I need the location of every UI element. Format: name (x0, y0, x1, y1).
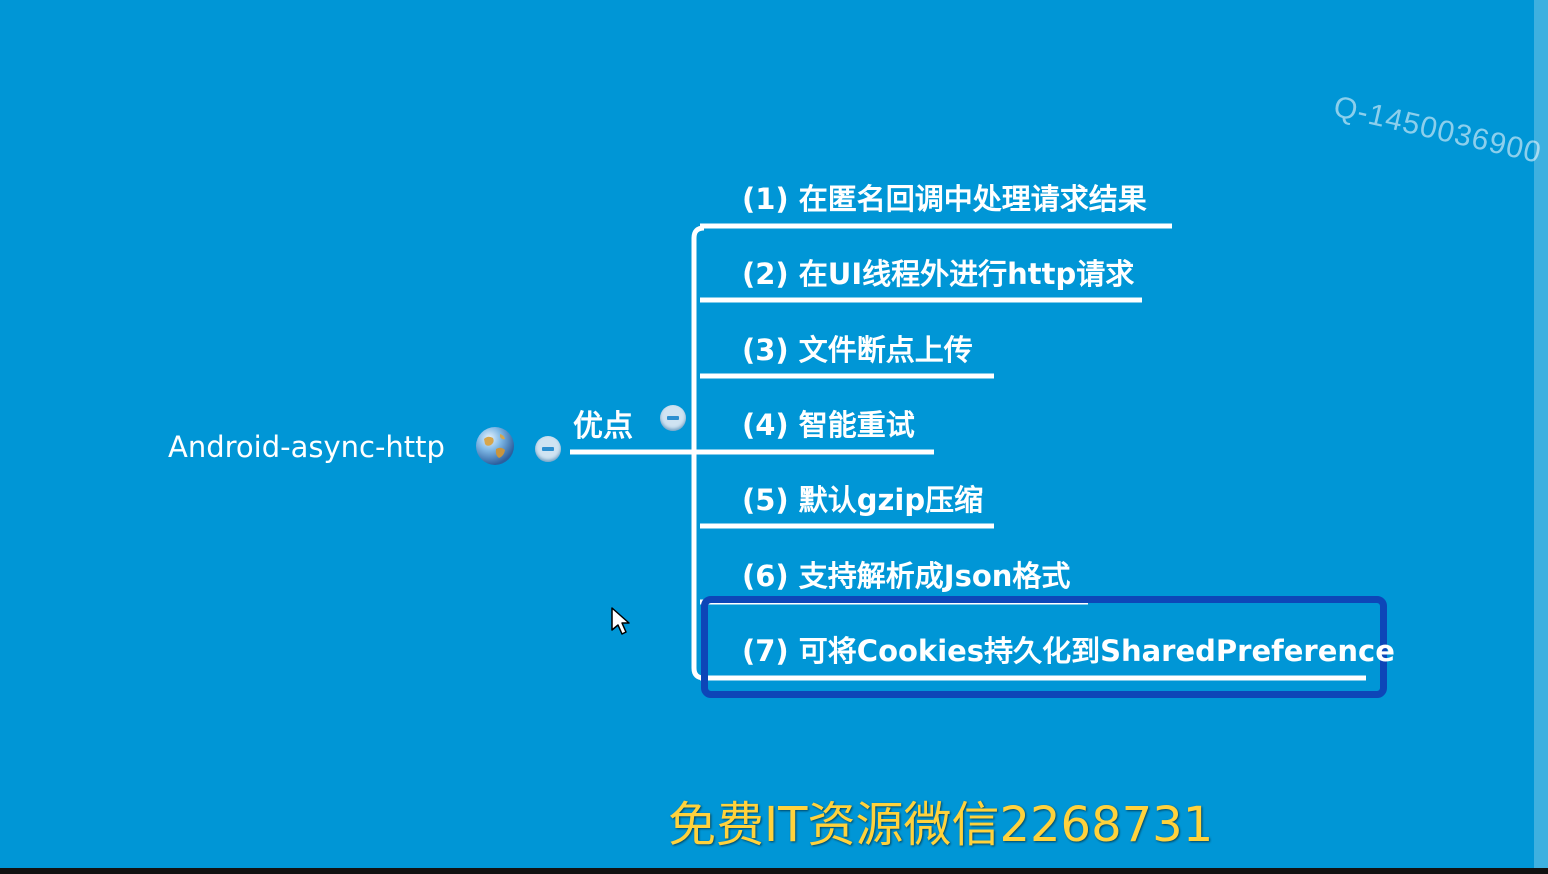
item-label-5[interactable]: (5) 默认gzip压缩 (742, 477, 983, 519)
globe-icon[interactable] (474, 425, 516, 467)
root-node-label[interactable]: Android-async-http (168, 430, 445, 464)
root-collapse-icon[interactable] (535, 436, 561, 462)
item-label-6[interactable]: (6) 支持解析成Json格式 (742, 553, 1070, 595)
item-label-7[interactable]: (7) 可将Cookies持久化到SharedPreference (742, 628, 1395, 670)
branch-node-label[interactable]: 优点 (573, 401, 633, 445)
branch-collapse-icon[interactable] (660, 405, 686, 431)
mindmap-canvas: Q-1450036900 Android-async-http 优点 (1) 在… (0, 0, 1548, 874)
bottom-bar (0, 868, 1548, 874)
footer-promo-text: 免费IT资源微信2268731 (668, 797, 1214, 853)
item-label-2[interactable]: (2) 在UI线程外进行http请求 (742, 251, 1134, 293)
mouse-cursor-icon (611, 607, 630, 635)
item-label-4[interactable]: (4) 智能重试 (742, 402, 915, 444)
item-label-3[interactable]: (3) 文件断点上传 (742, 327, 973, 369)
item-label-1[interactable]: (1) 在匿名回调中处理请求结果 (742, 176, 1147, 218)
